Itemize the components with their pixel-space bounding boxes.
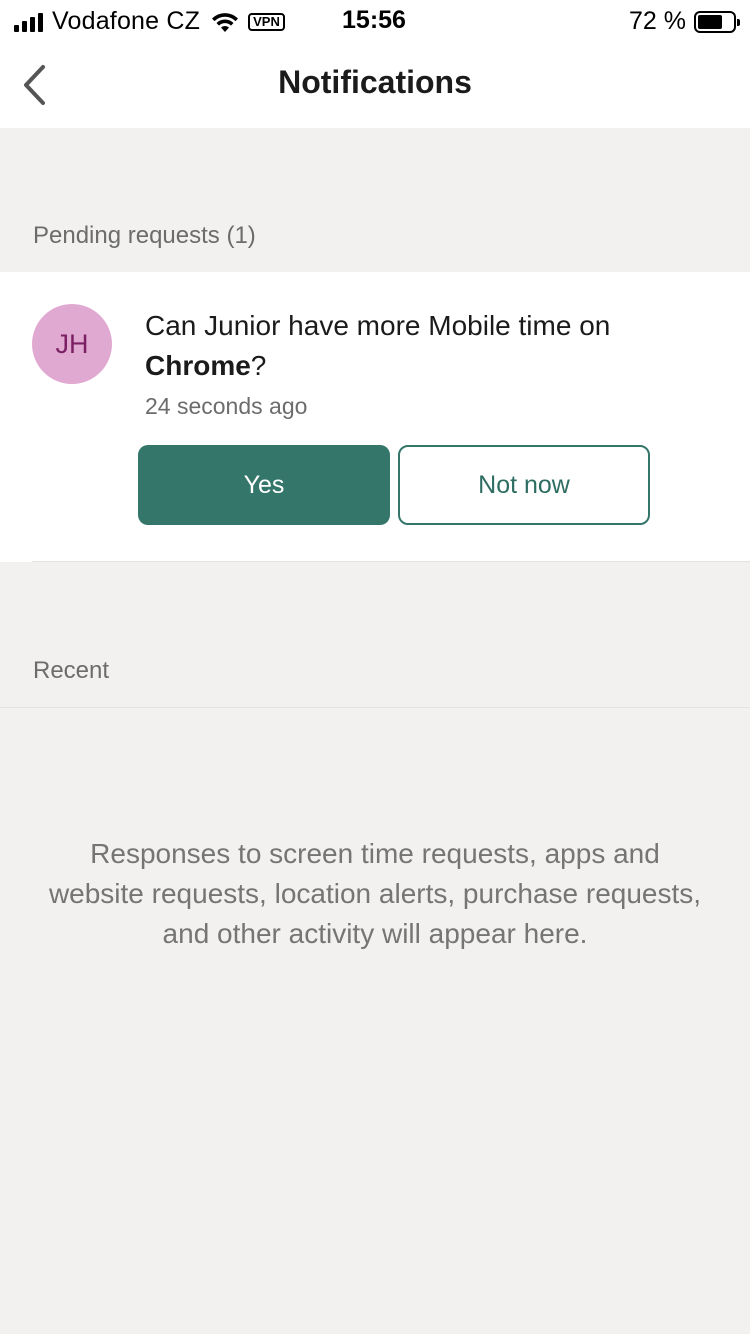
- wifi-icon: [212, 12, 239, 32]
- request-timestamp: 24 seconds ago: [145, 393, 308, 419]
- divider: [32, 561, 750, 562]
- divider: [0, 707, 750, 708]
- status-left: Vodafone CZ VPN: [14, 7, 285, 36]
- battery-fill: [698, 14, 723, 29]
- recent-empty-message: Responses to screen time requests, apps …: [48, 838, 702, 949]
- yes-button[interactable]: Yes: [138, 445, 390, 525]
- battery-icon: [694, 10, 740, 33]
- notifications-screen: Vodafone CZ VPN 15:56 72 % Notifications…: [0, 0, 750, 1334]
- recent-header: Recent: [33, 657, 110, 684]
- carrier-name: Vodafone CZ: [52, 7, 201, 35]
- navigation-bar: Notifications: [0, 42, 750, 128]
- not-now-button[interactable]: Not now: [398, 445, 650, 525]
- status-right: 72 %: [629, 7, 740, 36]
- page-title: Notifications: [278, 64, 472, 100]
- request-message-prefix: Can Junior have more Mobile time on: [145, 310, 611, 341]
- request-message-suffix: ?: [250, 350, 267, 381]
- request-message: Can Junior have more Mobile time on Chro…: [145, 306, 705, 386]
- request-app-name: Chrome: [145, 350, 251, 381]
- vpn-badge: VPN: [248, 12, 285, 31]
- pending-request-card: JH Can Junior have more Mobile time on C…: [0, 272, 750, 562]
- avatar: JH: [32, 304, 112, 384]
- pending-requests-header: Pending requests (1): [33, 222, 256, 249]
- battery-percent: 72 %: [629, 7, 686, 35]
- status-bar: Vodafone CZ VPN 15:56 72 %: [0, 0, 750, 42]
- cellular-signal-icon: [14, 12, 43, 32]
